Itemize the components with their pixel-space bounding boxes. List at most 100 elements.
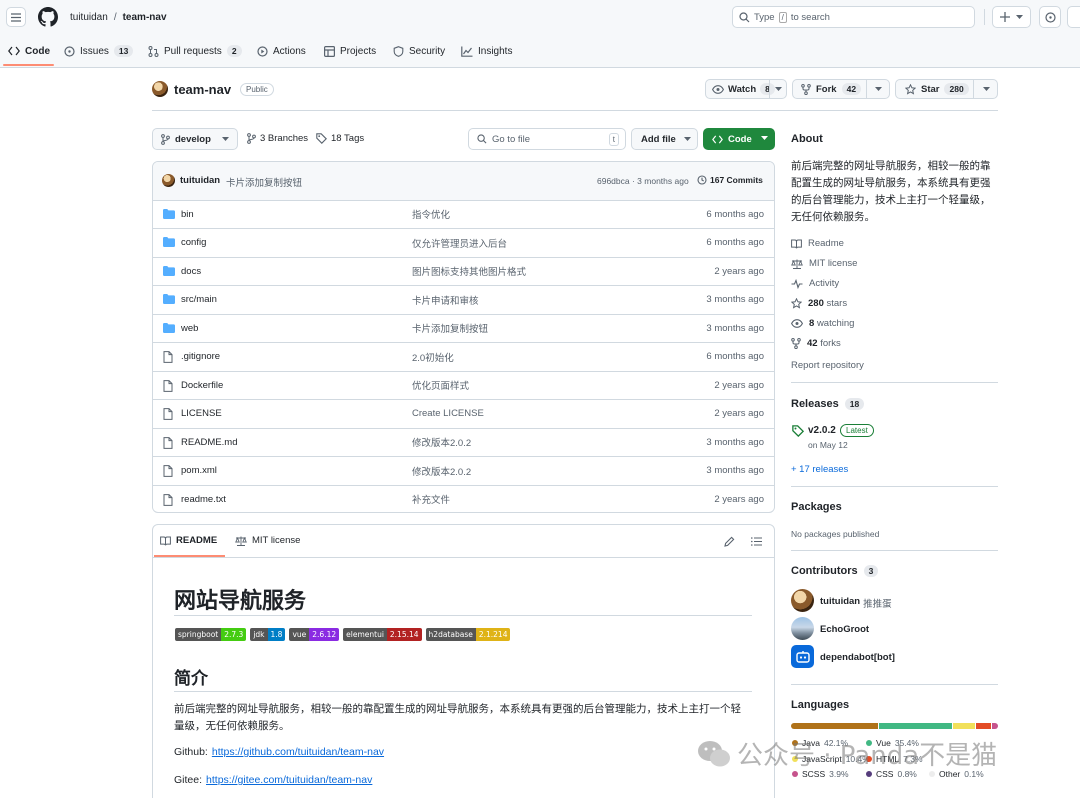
issues-button[interactable] <box>1039 6 1061 28</box>
file-row[interactable]: LICENSE Create LICENSE 2 years ago <box>152 399 775 428</box>
contributor-login[interactable]: EchoGroot <box>820 624 869 635</box>
file-icon <box>163 465 173 477</box>
file-name-link[interactable]: web <box>181 323 198 334</box>
github-logo[interactable] <box>38 7 58 27</box>
repo-link[interactable]: team-nav <box>123 12 167 23</box>
watch-button[interactable]: Watch 8 <box>705 79 787 99</box>
packages-heading[interactable]: Packages <box>791 501 842 513</box>
branches-link[interactable]: 3 Branches <box>247 133 308 144</box>
file-commit-message[interactable]: 图片图标支持其他图片格式 <box>412 264 526 278</box>
commit-author[interactable]: tuituidan <box>180 175 220 186</box>
commit-message[interactable]: 卡片添加复制按钮 <box>226 175 302 189</box>
readme-link[interactable]: Readme <box>791 238 844 249</box>
file-row[interactable]: Dockerfile 优化页面样式 2 years ago <box>152 370 775 400</box>
owner-avatar[interactable] <box>152 81 168 97</box>
add-file-button[interactable]: Add file <box>631 128 698 150</box>
menu-button[interactable] <box>6 7 26 27</box>
readme-tab[interactable]: README <box>160 535 217 546</box>
contributor-login[interactable]: tuituidan <box>820 596 860 610</box>
contributor-login[interactable]: dependabot[bot] <box>820 652 895 663</box>
repo-title[interactable]: team-nav <box>174 82 231 97</box>
file-name-link[interactable]: readme.txt <box>181 494 226 505</box>
go-to-file-input[interactable]: Go to file t <box>468 128 626 150</box>
file-commit-message[interactable]: 指令优化 <box>412 207 450 221</box>
tab-projects[interactable]: Projects <box>324 40 376 62</box>
file-name-link[interactable]: Dockerfile <box>181 380 223 391</box>
pencil-icon[interactable] <box>724 536 735 547</box>
release-date: on May 12 <box>808 440 848 450</box>
license-tab[interactable]: MIT license <box>235 535 300 546</box>
commit-hash-time[interactable]: 696dbca · 3 months ago <box>597 176 689 186</box>
star-button[interactable]: Star 280 <box>895 79 998 99</box>
tab-insights[interactable]: Insights <box>461 40 512 62</box>
file-row[interactable]: README.md 修改版本2.0.2 3 months ago <box>152 427 775 457</box>
file-name-link[interactable]: config <box>181 237 206 248</box>
pull-requests-button[interactable] <box>1067 6 1080 28</box>
watching-link[interactable]: 8 watching <box>791 318 854 329</box>
file-row[interactable]: src/main 卡片申请和审核 3 months ago <box>152 285 775 314</box>
caret-down-icon[interactable] <box>983 87 990 92</box>
create-new-button[interactable] <box>992 6 1031 28</box>
file-commit-message[interactable]: 卡片添加复制按钮 <box>412 321 488 335</box>
code-button[interactable]: Code <box>703 128 775 150</box>
file-name-link[interactable]: .gitignore <box>181 351 220 362</box>
issue-opened-icon <box>1044 11 1056 23</box>
file-commit-message[interactable]: 仅允许管理员进入后台 <box>412 236 507 250</box>
tab-code[interactable]: Code <box>8 40 50 62</box>
watch-label: Watch <box>728 83 757 95</box>
file-commit-message[interactable]: 优化页面样式 <box>412 378 469 392</box>
tags-link[interactable]: 18 Tags <box>316 133 364 144</box>
commits-link[interactable]: 167 Commits <box>697 175 763 185</box>
branch-select-button[interactable]: develop <box>152 128 238 150</box>
file-commit-message[interactable]: 修改版本2.0.2 <box>412 464 471 478</box>
file-commit-message[interactable]: 修改版本2.0.2 <box>412 435 471 449</box>
file-name-link[interactable]: README.md <box>181 437 237 448</box>
releases-heading[interactable]: Releases <box>791 398 839 410</box>
commits-count: 167 Commits <box>710 175 763 185</box>
file-name-link[interactable]: bin <box>181 209 194 220</box>
owner-link[interactable]: tuituidan <box>70 12 108 23</box>
file-commit-message[interactable]: 补充文件 <box>412 492 450 506</box>
file-commit-message[interactable]: Create LICENSE <box>412 408 484 419</box>
file-row[interactable]: web 卡片添加复制按钮 3 months ago <box>152 313 775 343</box>
file-commit-time: 6 months ago <box>706 351 764 363</box>
file-row[interactable]: docs 图片图标支持其他图片格式 2 years ago <box>152 256 775 286</box>
tab-pull-requests[interactable]: Pull requests 2 <box>148 40 242 62</box>
activity-link[interactable]: Activity <box>791 278 839 289</box>
file-commit-message[interactable]: 卡片申请和审核 <box>412 293 479 307</box>
commit-author-avatar[interactable] <box>162 174 175 187</box>
wechat-icon <box>698 740 730 766</box>
file-commit-message[interactable]: 2.0初始化 <box>412 350 454 364</box>
report-repository-link[interactable]: Report repository <box>791 360 864 371</box>
contributor-avatar[interactable] <box>791 589 814 612</box>
tab-actions[interactable]: Actions <box>257 40 306 62</box>
release-version[interactable]: v2.0.2 <box>808 425 836 436</box>
search-input[interactable]: Type / to search <box>732 6 975 28</box>
gitee-url-link[interactable]: https://gitee.com/tuituidan/team-nav <box>206 774 372 786</box>
list-unordered-icon[interactable] <box>751 537 762 546</box>
header-divider <box>152 110 998 111</box>
forks-link[interactable]: 42 forks <box>791 338 841 349</box>
file-name-link[interactable]: docs <box>181 266 201 277</box>
caret-down-icon[interactable] <box>775 87 782 92</box>
license-link[interactable]: MIT license <box>791 258 857 269</box>
fork-button[interactable]: Fork 42 <box>792 79 890 99</box>
contributor-avatar[interactable] <box>791 645 814 668</box>
file-name-link[interactable]: pom.xml <box>181 465 217 476</box>
file-name-link[interactable]: src/main <box>181 294 217 305</box>
contributor-avatar[interactable] <box>791 617 814 640</box>
file-row[interactable]: config 仅允许管理员进入后台 6 months ago <box>152 228 775 257</box>
file-row[interactable]: readme.txt 补充文件 2 years ago <box>152 484 775 514</box>
more-releases-link[interactable]: + 17 releases <box>791 464 848 475</box>
tab-security[interactable]: Security <box>393 40 445 62</box>
file-row[interactable]: .gitignore 2.0初始化 6 months ago <box>152 342 775 371</box>
contributors-heading[interactable]: Contributors <box>791 565 858 577</box>
stars-link[interactable]: 280 stars <box>791 298 847 309</box>
tab-issues[interactable]: Issues 13 <box>64 40 134 62</box>
badge-value: 2.6.12 <box>309 628 340 641</box>
github-url-link[interactable]: https://github.com/tuituidan/team-nav <box>212 746 384 758</box>
file-row[interactable]: pom.xml 修改版本2.0.2 3 months ago <box>152 456 775 485</box>
file-name-link[interactable]: LICENSE <box>181 408 222 419</box>
file-row[interactable]: bin 指令优化 6 months ago <box>152 199 775 229</box>
caret-down-icon[interactable] <box>875 87 882 92</box>
